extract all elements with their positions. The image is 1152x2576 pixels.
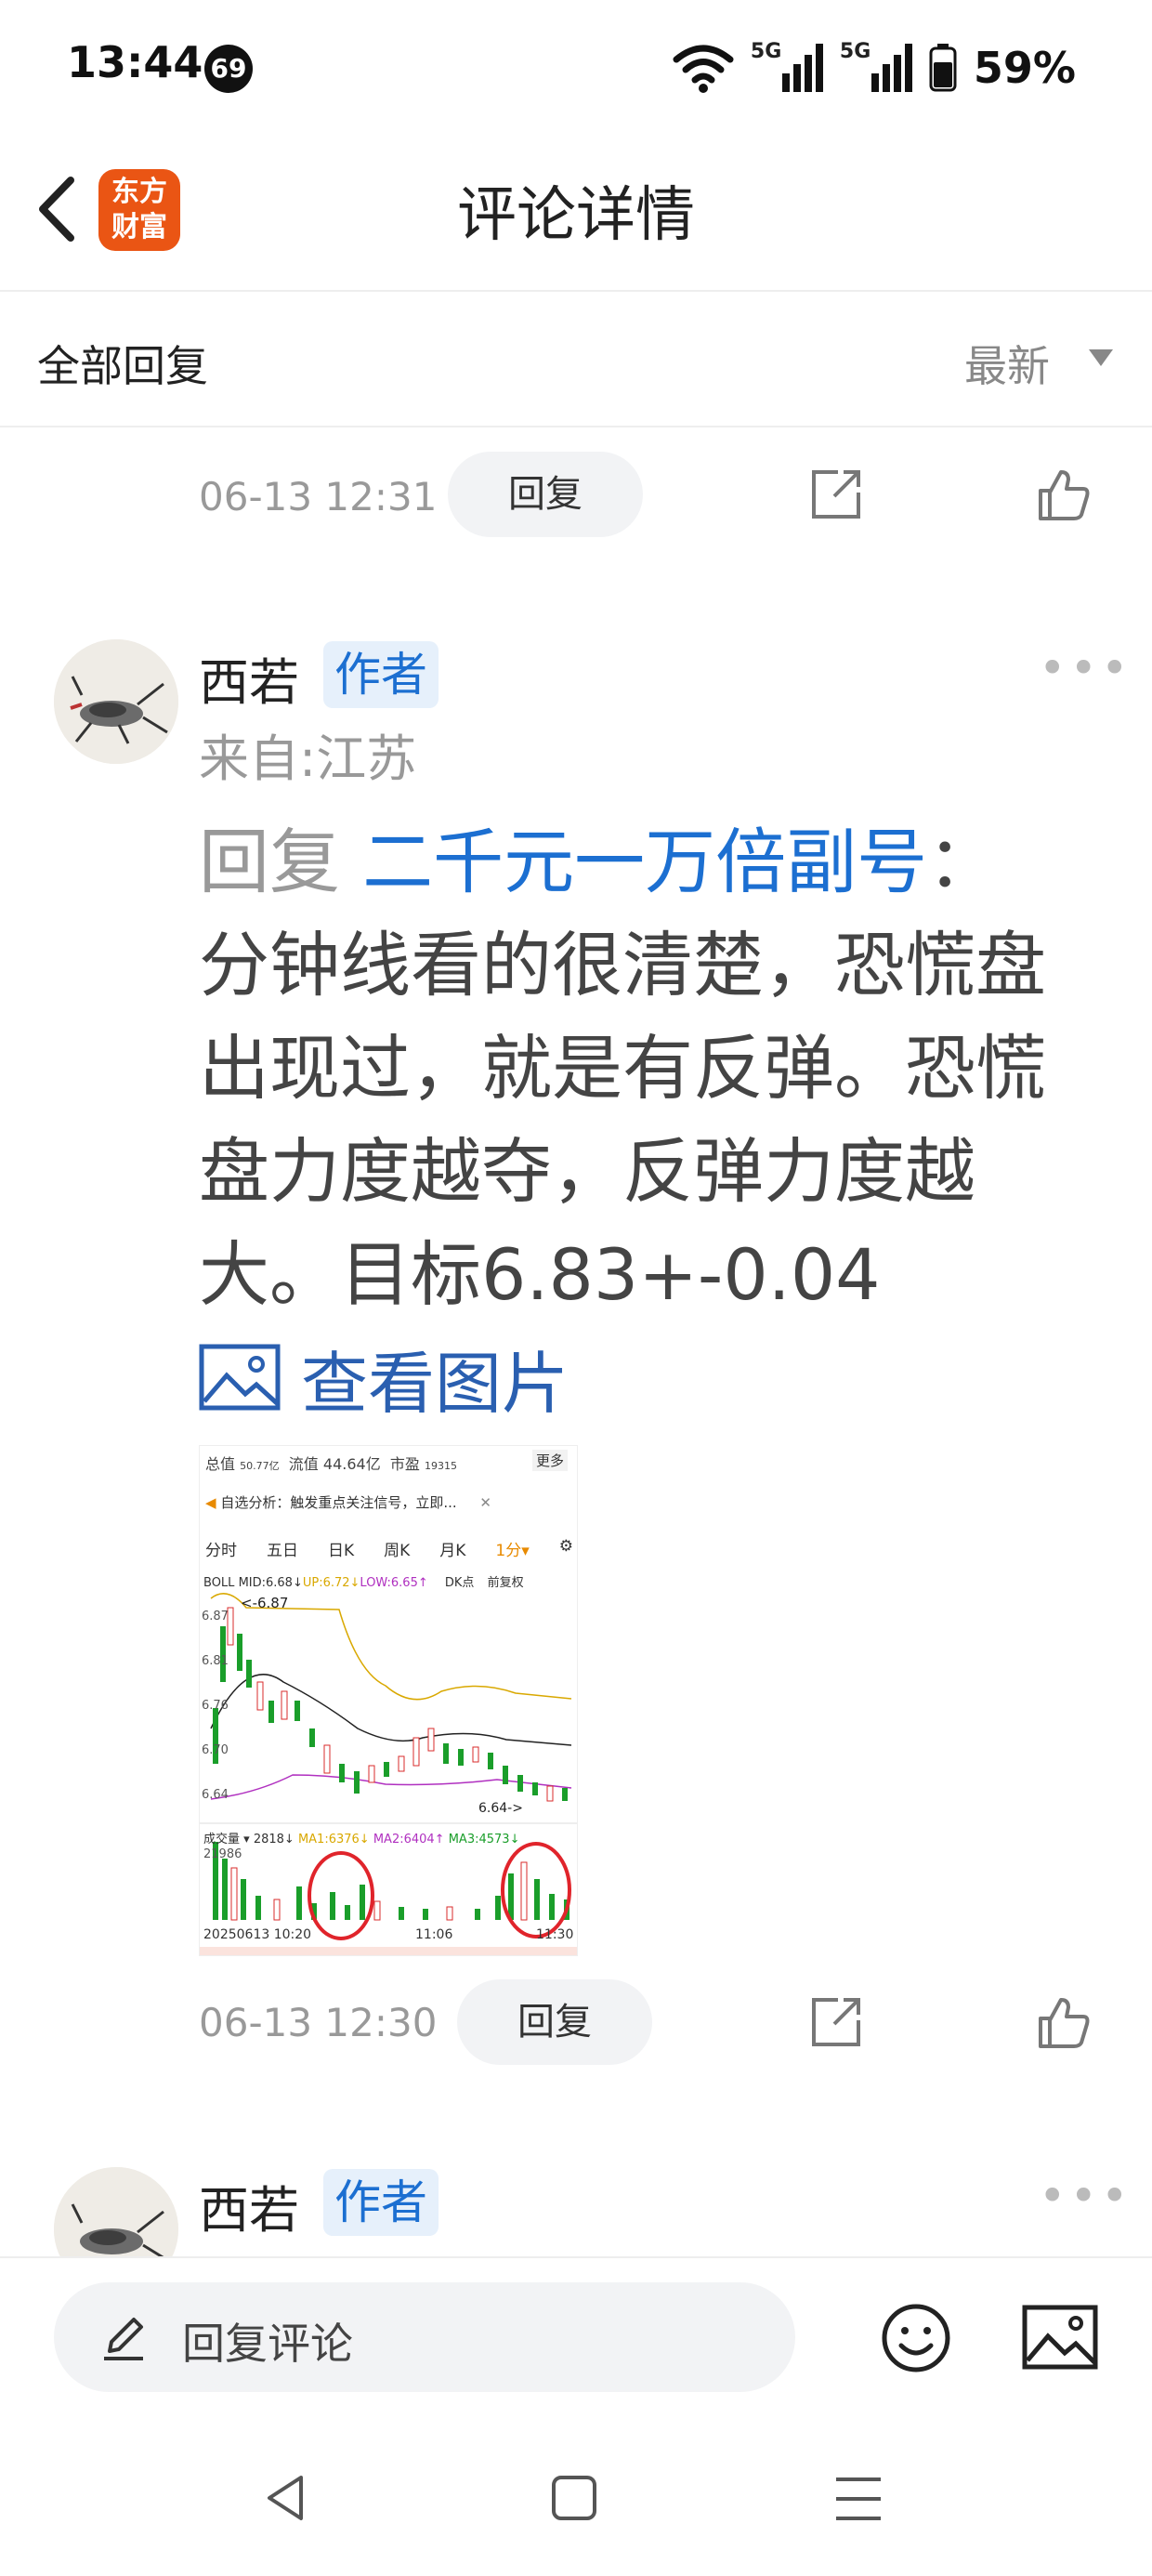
notification-badge: 69 [204, 45, 253, 93]
like-icon[interactable] [1033, 465, 1093, 524]
comment-content: 分钟线看的很清楚，恐慌盘出现过，就是有反弹。恐慌盘力度越夺，反弹力度越大。目标6… [199, 924, 1046, 1316]
comment-text: 回复 二千元一万倍副号： 分钟线看的很清楚，恐慌盘出现过，就是有反弹。恐慌盘力度越… [199, 810, 1054, 1326]
previous-comment-time: 06-13 12:31 [199, 474, 438, 519]
thumb-x-label-2: 11:06 [415, 1927, 453, 1942]
caret-down-icon[interactable] [1089, 349, 1113, 366]
thumb-x-label-3: 11:30 [536, 1927, 574, 1942]
page-title: 评论详情 [457, 181, 695, 250]
thumb-vol-top: 21986 [203, 1847, 242, 1861]
nav-back-icon[interactable] [262, 2472, 308, 2524]
pencil-icon [104, 2318, 143, 2360]
image-icon [199, 1344, 281, 1411]
thumb-high-mark: <-6.87 [241, 1595, 289, 1611]
status-time: 13:44 [67, 37, 203, 87]
thumb-stats-row: 总值 50.77亿 流值 44.64亿 市盈 19315 [205, 1455, 457, 1473]
user-location: 来自:江苏 [199, 729, 417, 788]
reply-prefix: 回复 [199, 821, 363, 903]
next-more-options-icon[interactable]: ••• [1039, 2169, 1132, 2223]
reply-button[interactable]: 回复 [457, 1979, 652, 2065]
next-author-badge: 作者 [323, 2169, 439, 2236]
comment-time: 06-13 12:30 [199, 2000, 438, 2045]
sort-dropdown[interactable]: 最新 [964, 333, 1050, 394]
thumb-alert: ◀ 自选分析：触发重点关注信号，立即... ✕ [205, 1494, 491, 1511]
avatar[interactable] [54, 639, 178, 764]
thumb-volume-row: 成交量 ▾ 2818↓ MA1:6376↓ MA2:6404↑ MA3:4573… [203, 1833, 520, 1847]
status-icons: 5G 5G 59% [673, 35, 1076, 100]
username[interactable]: 西若 [199, 641, 299, 715]
thumb-tabs: 分时 五日 日K 周K 月K 1分▾ ⚙ [205, 1537, 573, 1560]
thumb-y-axis: 6.87 6.81 6.76 6.70 6.64 [202, 1610, 229, 1802]
filter-divider [0, 426, 1152, 427]
battery-icon [929, 44, 957, 92]
all-replies-label: 全部回复 [37, 341, 208, 391]
attached-image-thumbnail[interactable]: 总值 50.77亿 流值 44.64亿 市盈 19315 更多 ◀ 自选分析：触… [199, 1445, 578, 1956]
emoji-icon[interactable] [879, 2301, 953, 2375]
reply-input-placeholder[interactable]: 回复评论 [182, 2310, 353, 2372]
mention-colon: ： [927, 821, 999, 903]
thumb-more: 更多 [531, 1450, 568, 1471]
reply-input[interactable] [54, 2282, 795, 2392]
thumb-low-mark: 6.64-> [478, 1801, 523, 1816]
view-image-label: 查看图片 [301, 1344, 569, 1423]
image-upload-icon[interactable] [1022, 2305, 1098, 2370]
view-image-link[interactable]: 查看图片 [199, 1331, 569, 1424]
avatar-cricket-image [54, 639, 178, 764]
share-icon[interactable] [806, 465, 866, 524]
thumb-gear-icon: ⚙ [558, 1537, 573, 1556]
signal-5g-icon-2: 5G [840, 40, 912, 96]
more-options-icon[interactable]: ••• [1039, 641, 1132, 695]
battery-percent: 59% [973, 43, 1076, 93]
next-username[interactable]: 西若 [199, 2169, 299, 2242]
like-icon[interactable] [1033, 1992, 1093, 2052]
nav-home-icon[interactable] [550, 2474, 598, 2522]
nav-menu-icon[interactable] [834, 2476, 883, 2522]
mention-link[interactable]: 二千元一万倍副号 [362, 821, 927, 903]
thumb-candlestick-chart [200, 1589, 577, 1955]
previous-reply-button[interactable]: 回复 [448, 452, 643, 537]
thumb-boll-row: BOLL MID:6.68↓UP:6.72↓LOW:6.65↑ DK点 前复权 [203, 1576, 524, 1590]
share-icon[interactable] [806, 1992, 866, 2052]
header-divider [0, 290, 1152, 292]
author-badge: 作者 [323, 641, 439, 708]
signal-5g-icon-1: 5G [751, 40, 823, 96]
thumb-x-label-1: 20250613 10:20 [203, 1927, 312, 1942]
wifi-icon [673, 45, 734, 93]
